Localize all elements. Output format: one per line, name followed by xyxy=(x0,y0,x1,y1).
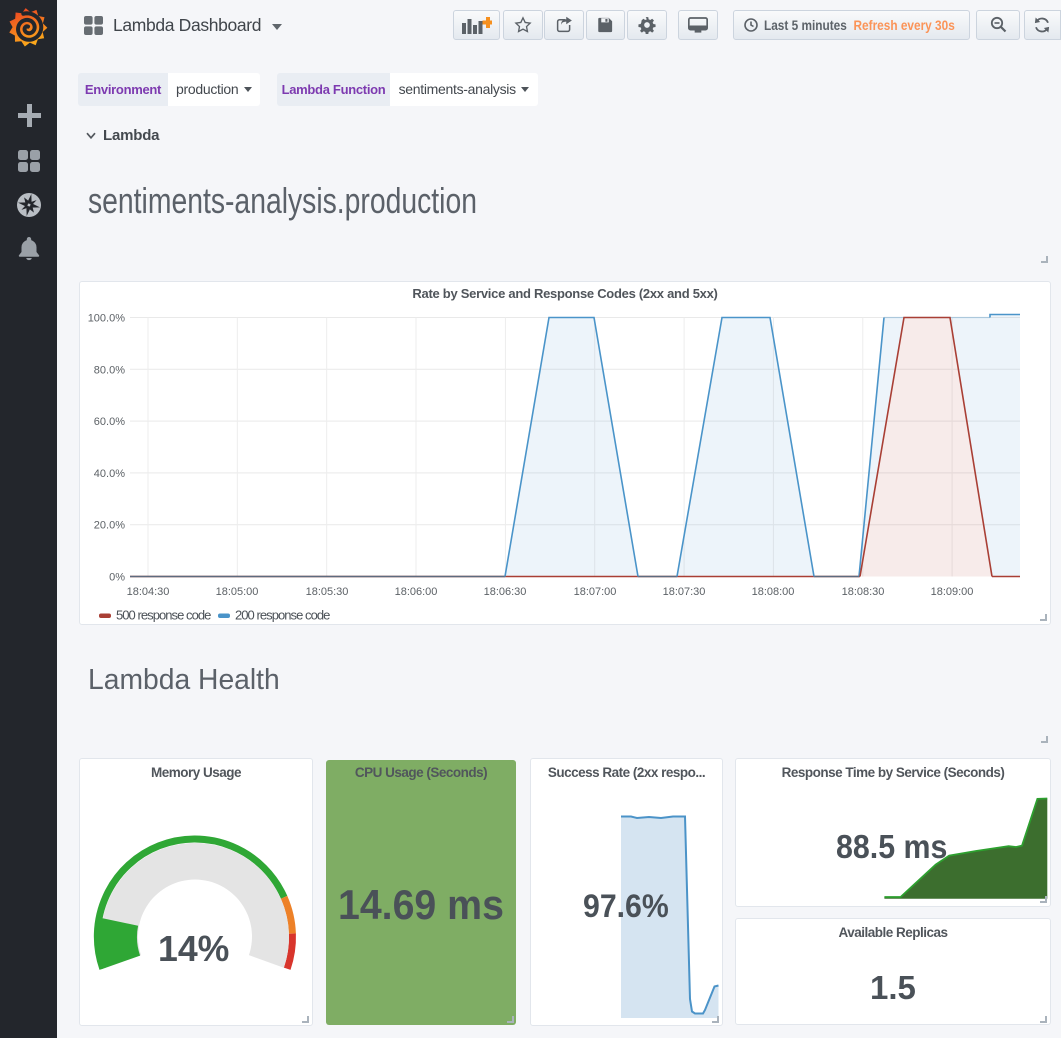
svg-text:18:05:00: 18:05:00 xyxy=(216,586,259,598)
svg-text:500 response code: 500 response code xyxy=(116,608,211,623)
svg-text:18:06:30: 18:06:30 xyxy=(484,586,527,598)
svg-text:0%: 0% xyxy=(109,572,125,584)
svg-text:18:07:00: 18:07:00 xyxy=(574,586,617,598)
svg-text:40.0%: 40.0% xyxy=(94,468,125,480)
svg-text:18:05:30: 18:05:30 xyxy=(306,586,349,598)
svg-text:18:04:30: 18:04:30 xyxy=(127,586,170,598)
svg-text:20.0%: 20.0% xyxy=(94,520,125,532)
svg-text:200 response code: 200 response code xyxy=(235,608,330,623)
svg-text:18:07:30: 18:07:30 xyxy=(663,586,706,598)
svg-text:60.0%: 60.0% xyxy=(94,416,125,428)
svg-text:18:09:00: 18:09:00 xyxy=(931,586,974,598)
svg-text:100.0%: 100.0% xyxy=(88,313,126,325)
svg-text:80.0%: 80.0% xyxy=(94,364,125,376)
svg-text:18:08:30: 18:08:30 xyxy=(842,586,885,598)
svg-text:18:06:00: 18:06:00 xyxy=(395,586,438,598)
svg-text:18:08:00: 18:08:00 xyxy=(752,586,795,598)
